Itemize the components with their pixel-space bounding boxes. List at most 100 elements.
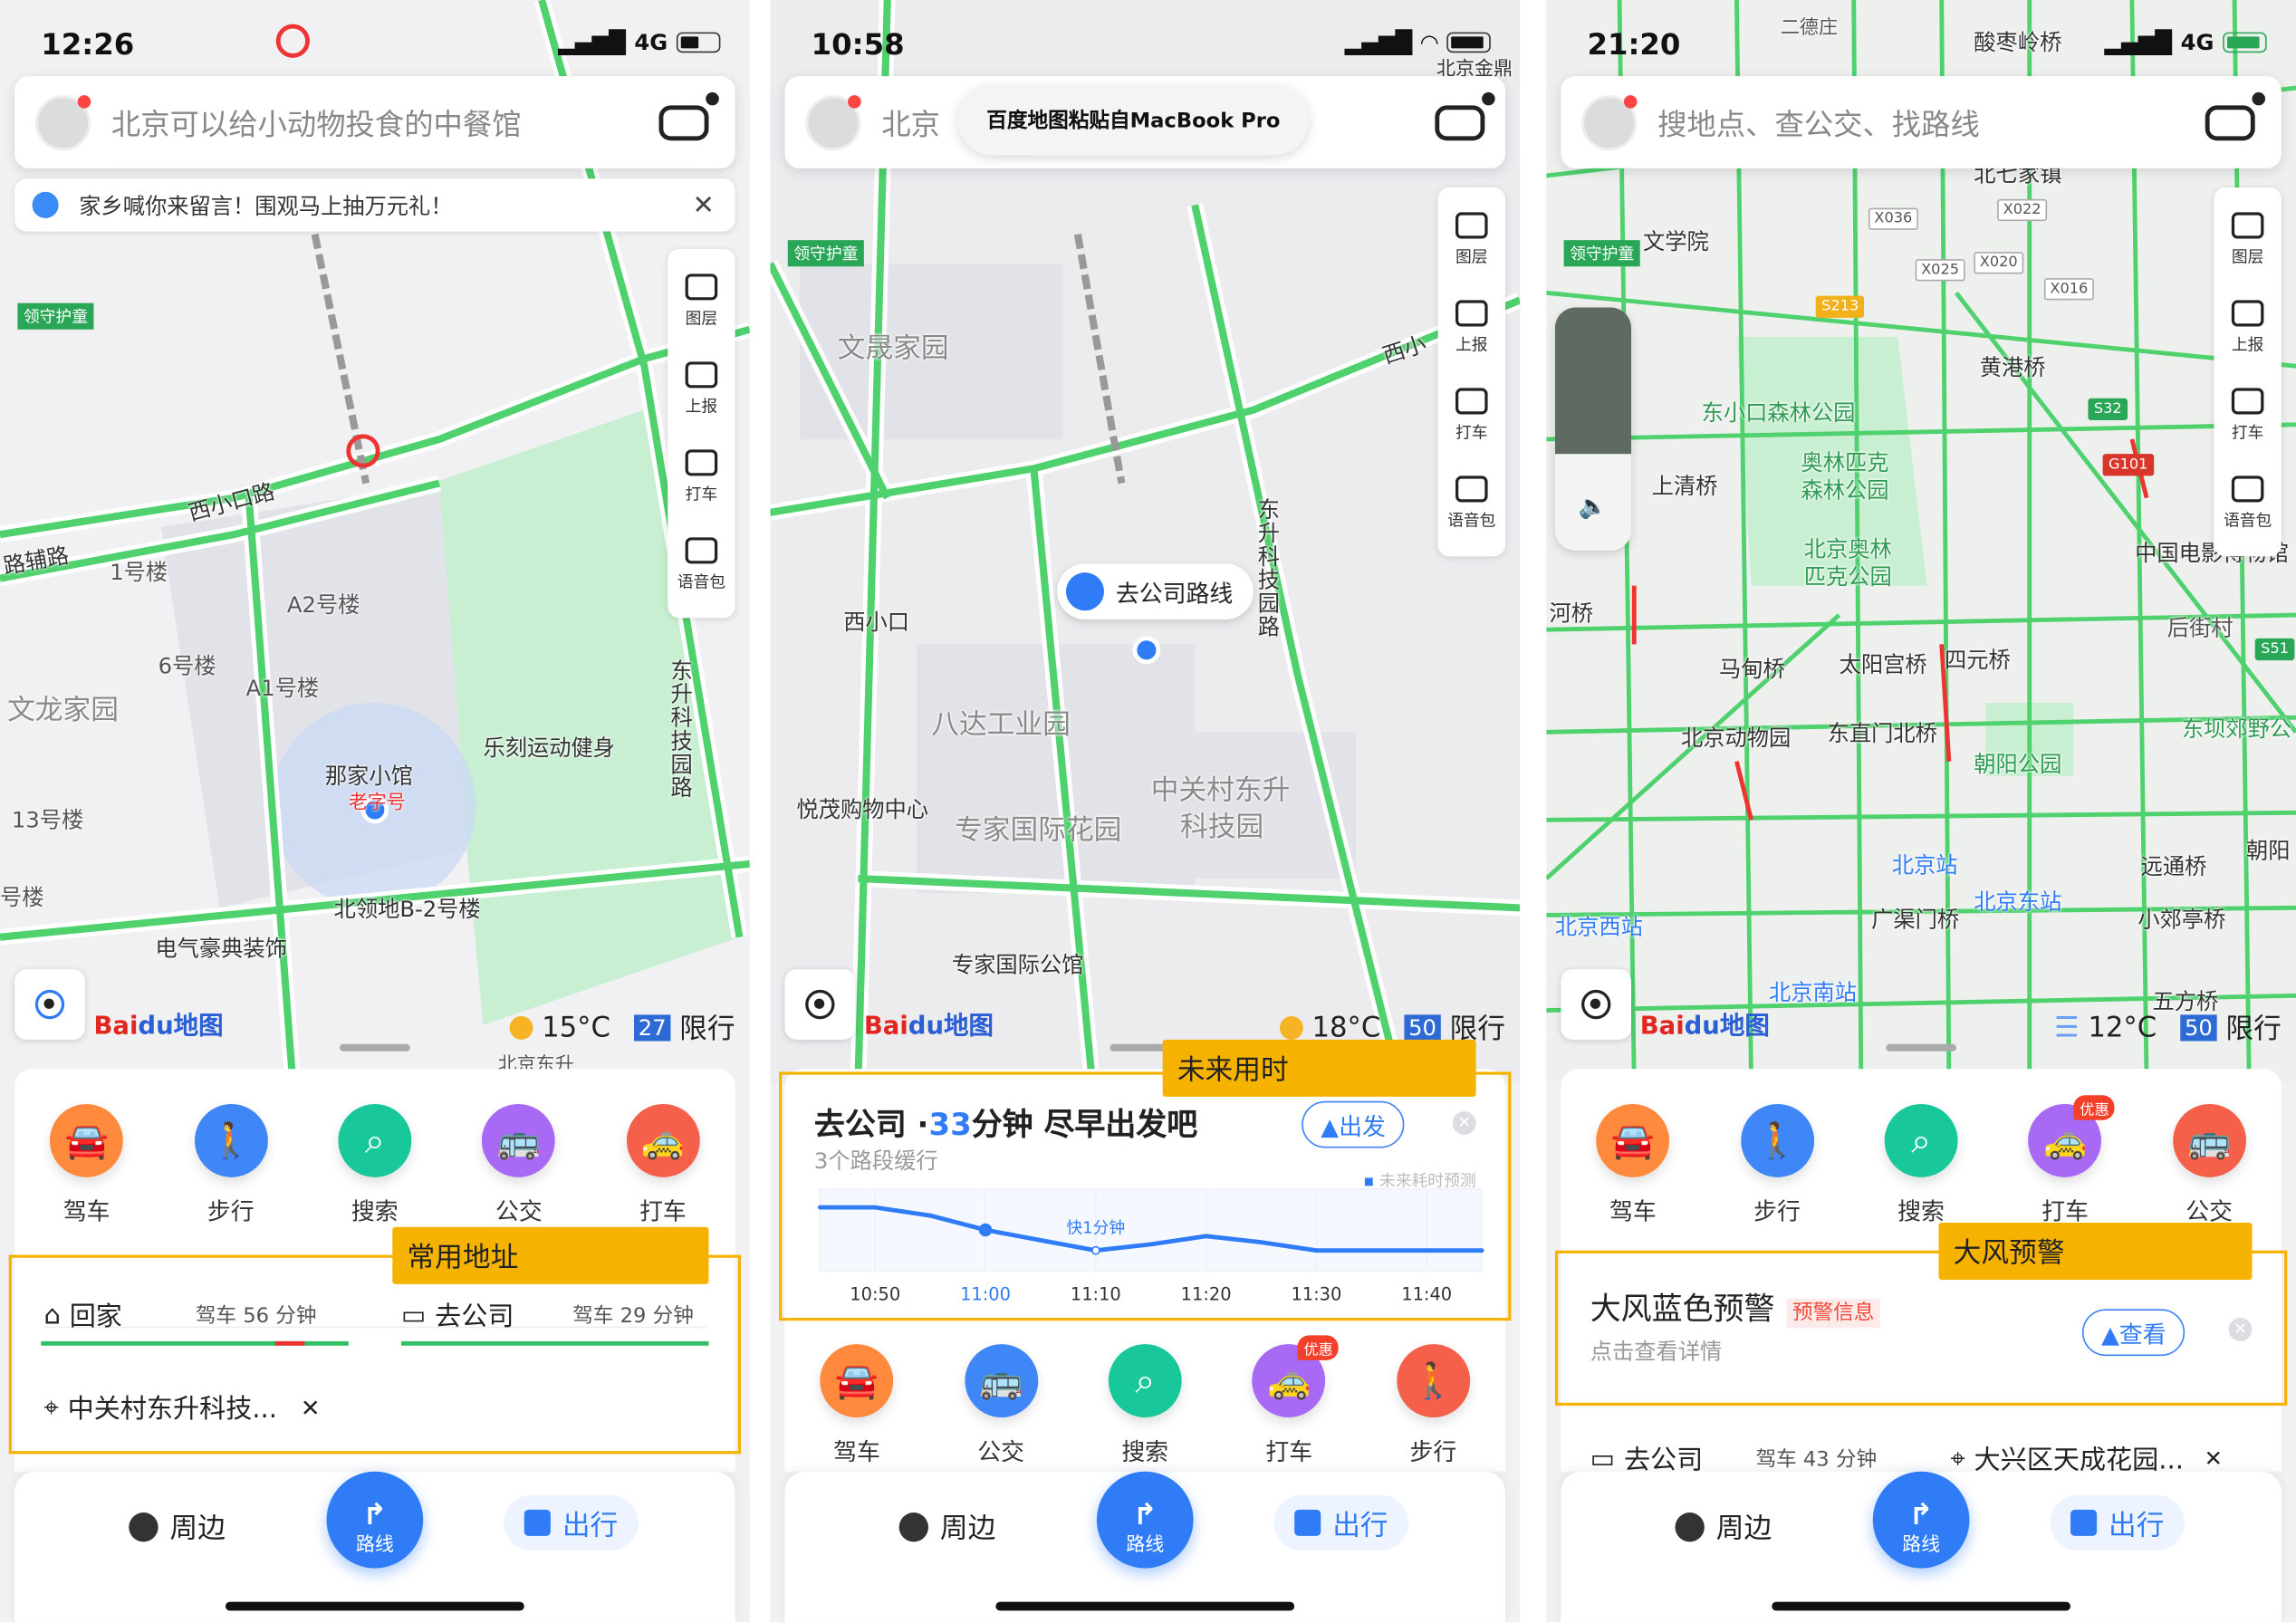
bottom-nav: 周边 ↱ 路线 出行 [1561,1471,2282,1623]
drag-handle[interactable] [1886,1043,1956,1052]
route-button[interactable]: ↱ 路线 [1872,1471,1970,1569]
map-label: 1号楼 [110,559,168,586]
travel-icon [2070,1509,2098,1536]
signal-icon: ▂▄▆█ [2104,29,2172,56]
weather-widget[interactable]: ☰ 12°C 50 限行 [2054,1007,2282,1047]
restriction-label: 限行 [679,1013,735,1046]
voice-icon [1455,475,1488,503]
promo-badge: 优惠 [1297,1335,1340,1360]
action-car[interactable]: 🚘 驾车 [798,1344,915,1467]
action-walk[interactable]: 🚶 步行 [1718,1103,1835,1227]
avatar[interactable] [34,94,91,150]
taxi-button[interactable]: 打车 [668,434,735,522]
travel-tab[interactable]: 出行 [2050,1494,2186,1551]
guard-badge[interactable]: 领守护童 [1563,240,1640,267]
avatar[interactable] [805,94,861,150]
action-bus[interactable]: 🚌 公交 [942,1344,1059,1467]
poi-label[interactable]: 悦茂购物中心 [796,793,928,824]
map-label: 6号楼 [158,653,216,680]
map-label: 匹克公园 [1803,563,1892,591]
avatar[interactable] [1581,94,1638,150]
map-label: 朝阳 [2246,837,2291,864]
search-icon: ⌕ [338,1103,412,1177]
map-label: 北京奥林 [1803,535,1892,562]
action-row: 🚘 驾车 🚶 步行 ⌕ 搜索 🚌 公交 🚕 打车 [14,1103,735,1227]
drag-handle[interactable] [340,1043,410,1052]
highlight-tag: 未来用时 [1162,1039,1476,1097]
voice-icon [685,537,718,564]
poi-label[interactable]: 乐刻运动健身 [484,732,616,763]
status-bar: ▂▄▆█ ◠ [1345,29,1491,55]
poi-label[interactable]: 北领地B-2号楼 [334,893,481,924]
nearby-tab[interactable]: 周边 [898,1507,995,1547]
road-shield: X036 [1868,207,1918,230]
bottom-nav: 周边 ↱ 路线 出行 [784,1471,1505,1623]
close-icon[interactable]: ✕ [693,189,715,220]
action-taxi[interactable]: 🚕 打车 [604,1103,721,1227]
taxi-icon [2231,388,2264,415]
map-label: 文龙家园 [7,694,119,726]
action-car[interactable]: 🚘 驾车 [28,1103,145,1227]
car-icon: 🚘 [50,1103,124,1177]
locate-button[interactable] [1561,969,1632,1040]
taxi-button[interactable]: 打车 [2214,372,2281,460]
map-label: 远通桥 [2140,853,2207,880]
gamepad-icon[interactable] [1435,91,1495,140]
action-label: 步行 [1409,1437,1457,1466]
travel-tab[interactable]: 出行 [1273,1494,1409,1551]
poi-label[interactable]: 电气豪典装饰 [155,933,287,964]
search-bar[interactable]: 北京可以给小动物投食的中餐馆 [14,76,735,168]
action-walk[interactable]: 🚶 步行 [1375,1344,1492,1467]
locate-button[interactable] [14,969,85,1040]
voice-pack-button[interactable]: 语音包 [668,522,735,610]
action-car[interactable]: 🚘 驾车 [1574,1103,1691,1227]
report-button[interactable]: 上报 [2214,284,2281,372]
layers-button[interactable]: 图层 [668,258,735,346]
report-button[interactable]: 上报 [1438,284,1505,372]
route-button[interactable]: ↱ 路线 [1096,1471,1194,1569]
taxi-button[interactable]: 打车 [1438,372,1505,460]
action-search[interactable]: ⌕ 搜索 [1087,1344,1204,1467]
search-input[interactable]: 搜地点、查公交、找路线 [1657,101,2205,144]
battery-icon [1446,32,1491,53]
action-walk[interactable]: 🚶 步行 [172,1103,289,1227]
paste-toast: 百度地图粘贴自MacBook Pro [957,84,1310,156]
map-label: 马甸桥 [1719,656,1785,683]
action-taxi[interactable]: 🚕 打车 优惠 [2006,1095,2123,1227]
road-shield: X020 [1974,252,2024,274]
nearby-tab[interactable]: 周边 [1675,1507,1772,1547]
locate-button[interactable] [784,969,856,1040]
action-bus[interactable]: 🚌 公交 [2151,1103,2268,1227]
search-input[interactable]: 北京可以给小动物投食的中餐馆 [111,101,659,144]
voice-pack-button[interactable]: 语音包 [1438,460,1505,548]
map-label: 东小口森林公园 [1701,399,1856,427]
report-button[interactable]: 上报 [668,346,735,434]
guard-badge[interactable]: 领守护童 [787,240,864,267]
action-search[interactable]: ⌕ 搜索 [316,1103,433,1227]
action-label: 步行 [1753,1197,1801,1226]
promo-banner[interactable]: 家乡喊你来留言！围观马上抽万元礼！ ✕ [14,178,735,232]
action-row: 🚘 驾车 🚶 步行 ⌕ 搜索 🚕 打车 优惠 🚌 公交 [1561,1095,2281,1227]
nearby-tab[interactable]: 周边 [129,1507,226,1547]
status-bar: ▂▄▆█ 4G [558,29,721,55]
gamepad-icon[interactable] [2205,91,2266,140]
search-bar[interactable]: 搜地点、查公交、找路线 [1561,76,2282,168]
close-icon[interactable]: ✕ [2205,1445,2223,1472]
travel-tab[interactable]: 出行 [504,1494,639,1551]
road-shield: S32 [2088,398,2128,420]
action-label: 公交 [495,1197,543,1226]
action-search[interactable]: ⌕ 搜索 [1862,1103,1979,1227]
poi-label[interactable]: 专家国际公馆 [952,949,1084,980]
layers-icon [1455,212,1488,239]
gamepad-icon[interactable] [658,91,719,140]
route-bubble[interactable]: 去公司路线 [1057,563,1254,619]
action-bus[interactable]: 🚌 公交 [460,1103,577,1227]
tool-label: 上报 [685,397,718,417]
route-button[interactable]: ↱ 路线 [326,1471,424,1569]
weather-widget[interactable]: 15°C 27 限行 [509,1007,735,1047]
voice-pack-button[interactable]: 语音包 [2214,460,2281,548]
guard-badge[interactable]: 领守护童 [17,303,94,330]
layers-button[interactable]: 图层 [1438,197,1505,284]
layers-button[interactable]: 图层 [2214,197,2281,284]
action-taxi[interactable]: 🚕 打车 优惠 [1231,1335,1348,1467]
